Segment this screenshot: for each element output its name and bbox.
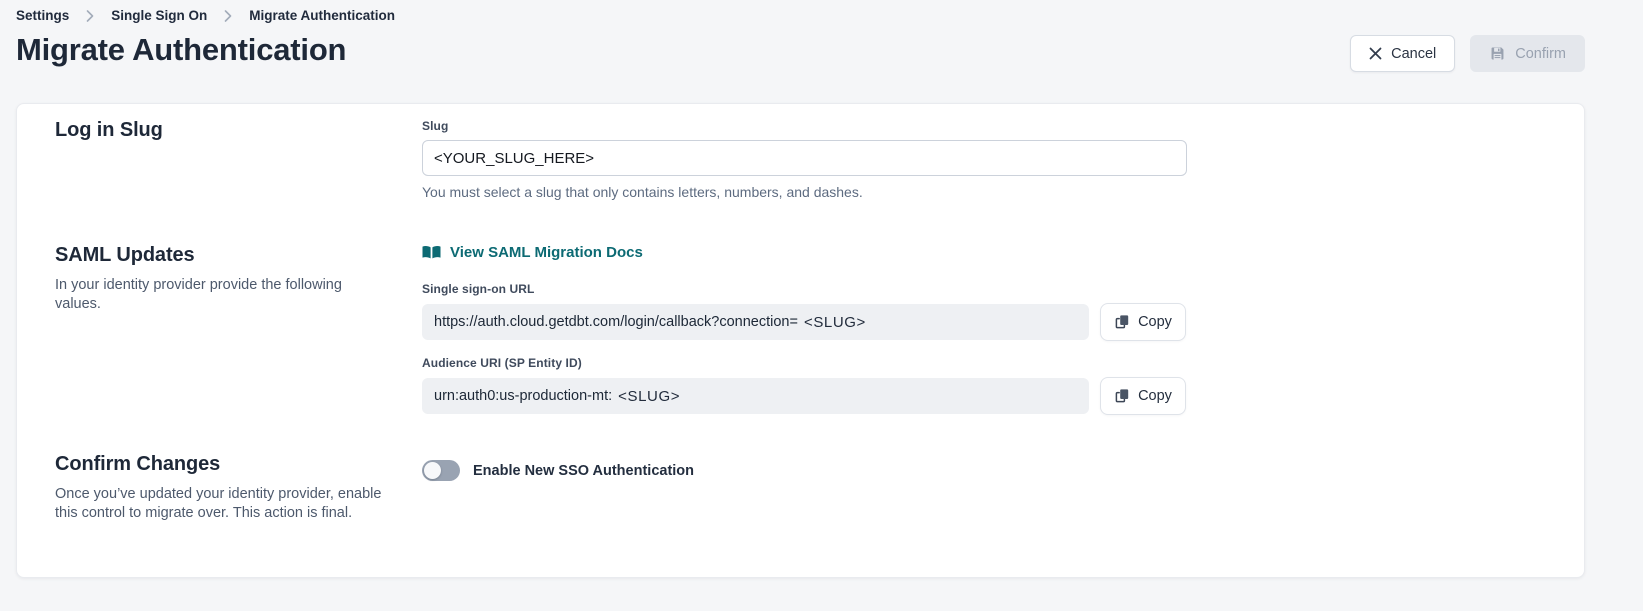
saml-updates-section: SAML Updates In your identity provider p… xyxy=(55,244,1546,415)
view-saml-migration-docs-link[interactable]: View SAML Migration Docs xyxy=(422,244,643,261)
breadcrumb-migrate-authentication: Migrate Authentication xyxy=(249,8,395,23)
cancel-button-label: Cancel xyxy=(1391,46,1436,62)
copy-sso-url-button[interactable]: Copy xyxy=(1100,303,1186,341)
confirm-changes-heading: Confirm Changes xyxy=(55,453,402,476)
copy-audience-uri-button[interactable]: Copy xyxy=(1100,377,1186,415)
slug-help-text: You must select a slug that only contain… xyxy=(422,184,1546,200)
audience-uri-slug-placeholder: <SLUG> xyxy=(618,388,680,405)
login-slug-heading: Log in Slug xyxy=(55,119,402,142)
enable-sso-toggle-label: Enable New SSO Authentication xyxy=(473,463,694,479)
saml-updates-description: In your identity provider provide the fo… xyxy=(55,276,385,314)
copy-button-label: Copy xyxy=(1138,314,1172,330)
slug-label: Slug xyxy=(422,119,1546,133)
copy-button-label: Copy xyxy=(1138,388,1172,404)
copy-icon xyxy=(1114,388,1130,404)
breadcrumb: Settings Single Sign On Migrate Authenti… xyxy=(16,8,1585,23)
saml-updates-heading: SAML Updates xyxy=(55,244,402,267)
login-slug-section: Log in Slug Slug You must select a slug … xyxy=(55,119,1546,200)
enable-sso-toggle[interactable] xyxy=(422,460,460,481)
settings-card: Log in Slug Slug You must select a slug … xyxy=(16,103,1585,578)
breadcrumb-settings[interactable]: Settings xyxy=(16,8,69,23)
page: Settings Single Sign On Migrate Authenti… xyxy=(0,0,1643,578)
page-header: Migrate Authentication Cancel xyxy=(16,32,1585,72)
confirm-button[interactable]: Confirm xyxy=(1470,35,1585,72)
book-icon xyxy=(422,245,441,260)
page-title: Migrate Authentication xyxy=(16,32,346,68)
header-actions: Cancel Confirm xyxy=(1350,35,1585,72)
audience-uri-label: Audience URI (SP Entity ID) xyxy=(422,356,1546,370)
copy-icon xyxy=(1114,314,1130,330)
docs-link-label: View SAML Migration Docs xyxy=(450,244,643,261)
close-icon xyxy=(1369,47,1382,60)
chevron-right-icon xyxy=(224,10,232,22)
save-icon xyxy=(1489,45,1506,62)
audience-uri-field: urn:auth0:us-production-mt: <SLUG> xyxy=(422,378,1089,414)
confirm-button-label: Confirm xyxy=(1515,46,1566,62)
toggle-knob xyxy=(424,462,441,479)
sso-url-field: https://auth.cloud.getdbt.com/login/call… xyxy=(422,304,1089,340)
audience-uri-value: urn:auth0:us-production-mt: xyxy=(434,388,612,404)
cancel-button[interactable]: Cancel xyxy=(1350,35,1455,72)
slug-input[interactable] xyxy=(422,140,1187,176)
chevron-right-icon xyxy=(86,10,94,22)
sso-url-value: https://auth.cloud.getdbt.com/login/call… xyxy=(434,314,798,330)
confirm-changes-description: Once you’ve updated your identity provid… xyxy=(55,485,385,523)
confirm-changes-section: Confirm Changes Once you’ve updated your… xyxy=(55,453,1546,523)
sso-url-label: Single sign-on URL xyxy=(422,282,1546,296)
breadcrumb-single-sign-on[interactable]: Single Sign On xyxy=(111,8,207,23)
sso-url-slug-placeholder: <SLUG> xyxy=(804,314,866,331)
